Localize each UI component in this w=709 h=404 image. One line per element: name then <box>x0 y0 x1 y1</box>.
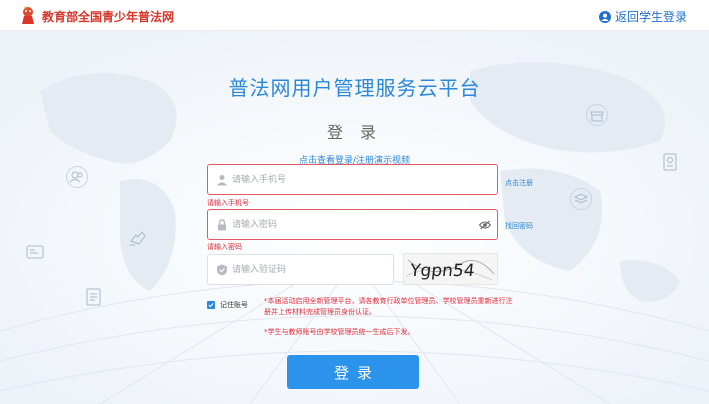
login-button[interactable]: 登录 <box>287 355 419 389</box>
password-input[interactable] <box>228 210 479 239</box>
phone-input[interactable] <box>228 165 497 194</box>
site-name[interactable]: 教育部全国青少年普法网 <box>42 8 174 25</box>
layers-icon <box>570 188 592 210</box>
checkmark-icon <box>208 303 214 308</box>
notice-account-generation: *学生与教师账号由学校管理员统一生成后下发。 <box>264 328 415 336</box>
mascot-logo-icon <box>22 6 34 24</box>
notice-admin-registration: *本届活动启用全新管理平台，请各教育行政单位管理员、学校管理员重新进行注册并上传… <box>264 297 513 316</box>
register-link[interactable]: 点击注册 <box>505 178 533 188</box>
captcha-image[interactable]: Ygpn54 <box>403 253 498 285</box>
id-card-icon <box>26 245 44 259</box>
user-icon <box>217 174 227 185</box>
remember-label: 记住账号 <box>220 301 248 309</box>
top-bar: 教育部全国青少年普法网 返回学生登录 <box>0 0 709 31</box>
captcha-graphic: Ygpn54 <box>405 259 495 281</box>
remember-account[interactable]: 记住账号 <box>207 300 248 310</box>
forgot-password-link[interactable]: 找回密码 <box>505 221 533 231</box>
lock-icon <box>218 218 226 230</box>
password-error: 请输入密码 <box>207 243 242 251</box>
back-link-label: 返回学生登录 <box>614 10 687 24</box>
back-to-student-login-link[interactable]: 返回学生登录 <box>598 8 687 25</box>
platform-title: 普法网用户管理服务云平台 <box>228 76 481 100</box>
users-icon <box>66 166 88 188</box>
shield-check-icon <box>217 264 227 275</box>
eye-icon[interactable] <box>479 220 491 230</box>
phone-field[interactable] <box>207 164 498 195</box>
password-field[interactable] <box>207 209 498 240</box>
phone-error: 请输入手机号 <box>207 199 249 207</box>
captcha-field[interactable] <box>207 254 394 285</box>
remember-checkbox[interactable] <box>207 301 215 309</box>
captcha-text: Ygpn54 <box>408 261 475 281</box>
document-icon <box>86 288 101 306</box>
hand-tap-icon <box>130 231 146 246</box>
captcha-input[interactable] <box>228 255 393 284</box>
user-circle-icon <box>598 10 611 23</box>
login-heading: 登 录 <box>326 123 383 142</box>
